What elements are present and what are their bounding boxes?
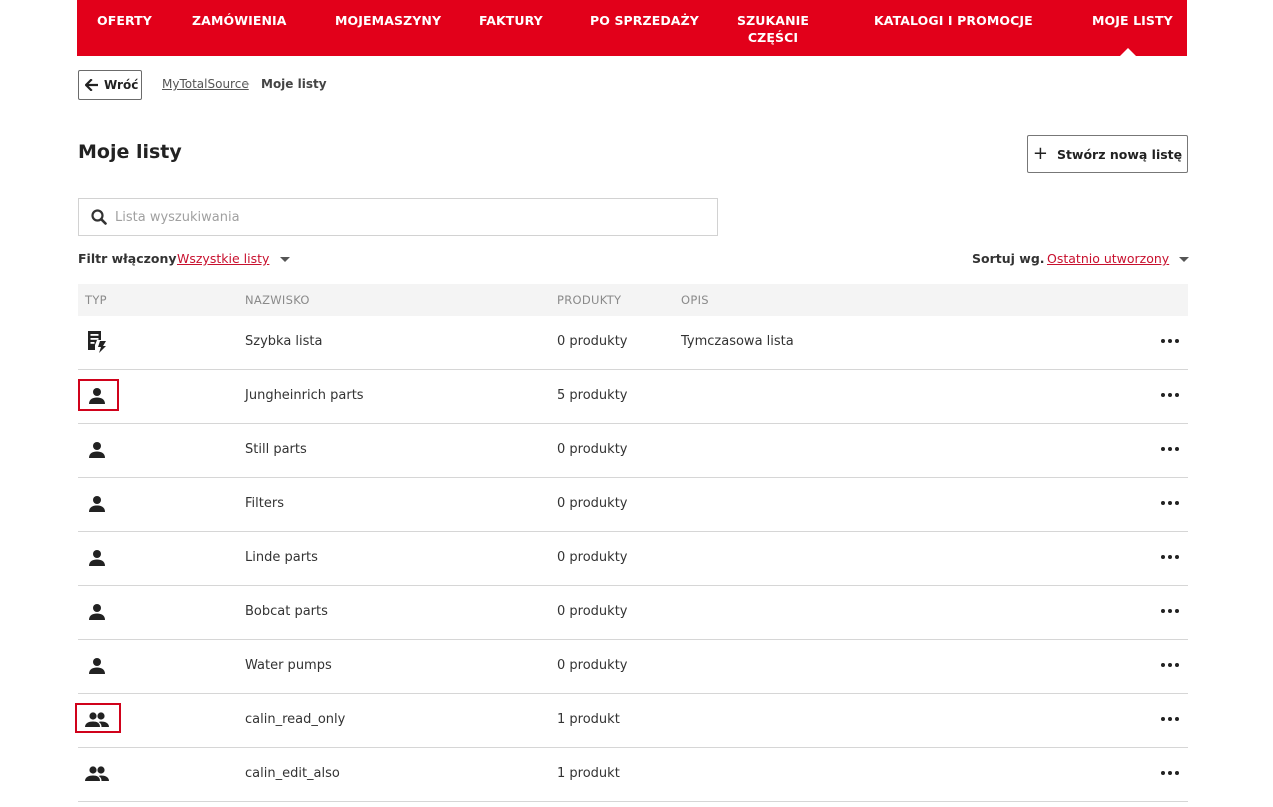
nav-item-po-sprzedazy[interactable]: PO SPRZEDAŻY xyxy=(590,12,699,29)
person-icon xyxy=(84,599,110,625)
table-row[interactable]: calin_edit_also 1 produkt xyxy=(78,748,1188,802)
table-row[interactable]: Szybka lista 0 produkty Tymczasowa lista xyxy=(78,316,1188,370)
nav-item-oferty[interactable]: OFERTY xyxy=(97,12,152,29)
more-options-icon[interactable] xyxy=(1156,600,1184,622)
column-header-type: TYP xyxy=(85,293,107,307)
filter-chevron-down-icon[interactable] xyxy=(280,257,290,262)
list-name[interactable]: Jungheinrich parts xyxy=(245,388,364,403)
back-button[interactable]: Wróć xyxy=(78,70,142,100)
arrow-left-icon xyxy=(85,79,98,91)
create-new-list-label: Stwórz nową listę xyxy=(1056,146,1183,162)
list-product-count: 0 produkty xyxy=(557,658,628,673)
list-name[interactable]: Still parts xyxy=(245,442,307,457)
list-product-count: 0 produkty xyxy=(557,496,628,511)
table-header: TYP NAZWISKO PRODUKTY OPIS xyxy=(78,284,1188,316)
list-product-count: 0 produkty xyxy=(557,550,628,565)
table-row[interactable]: Jungheinrich parts 5 produkty xyxy=(78,370,1188,424)
list-name[interactable]: Water pumps xyxy=(245,658,332,673)
breadcrumb-separator: › xyxy=(246,79,250,90)
table-row[interactable]: Bobcat parts 0 produkty xyxy=(78,586,1188,640)
breadcrumb-root-link[interactable]: MyTotalSource xyxy=(162,77,249,91)
list-product-count: 0 produkty xyxy=(557,442,628,457)
column-header-description: OPIS xyxy=(681,293,709,307)
sort-label: Sortuj wg. xyxy=(972,251,1045,266)
more-options-icon[interactable] xyxy=(1156,708,1184,730)
list-name[interactable]: Szybka lista xyxy=(245,334,322,349)
list-description: Tymczasowa lista xyxy=(681,334,794,349)
nav-item-mojemaszyny[interactable]: MOJEMASZYNY xyxy=(335,12,441,29)
highlight-box xyxy=(75,703,121,733)
more-options-icon[interactable] xyxy=(1156,654,1184,676)
table-row[interactable]: Linde parts 0 produkty xyxy=(78,532,1188,586)
back-button-label: Wróć xyxy=(104,78,139,92)
more-options-icon[interactable] xyxy=(1156,546,1184,568)
plus-icon: + xyxy=(1032,143,1048,164)
group-icon xyxy=(84,761,110,787)
list-name[interactable]: Filters xyxy=(245,496,284,511)
more-options-icon[interactable] xyxy=(1156,330,1184,352)
column-header-products: PRODUKTY xyxy=(557,293,622,307)
list-name[interactable]: calin_read_only xyxy=(245,712,345,727)
more-options-icon[interactable] xyxy=(1156,492,1184,514)
more-options-icon[interactable] xyxy=(1156,762,1184,784)
person-icon xyxy=(84,653,110,679)
list-product-count: 0 produkty xyxy=(557,604,628,619)
filter-label: Filtr włączony xyxy=(78,251,177,266)
create-new-list-button[interactable]: + Stwórz nową listę xyxy=(1027,135,1188,173)
table-row[interactable]: Filters 0 produkty xyxy=(78,478,1188,532)
person-icon xyxy=(84,437,110,463)
list-product-count: 0 produkty xyxy=(557,334,628,349)
nav-item-zamowienia[interactable]: ZAMÓWIENIA xyxy=(192,12,287,29)
search-box xyxy=(78,198,718,236)
active-nav-indicator xyxy=(1120,48,1136,56)
list-name[interactable]: calin_edit_also xyxy=(245,766,340,781)
person-icon xyxy=(84,491,110,517)
table-row[interactable]: Water pumps 0 produkty xyxy=(78,640,1188,694)
filter-dropdown[interactable]: Wszystkie listy xyxy=(177,251,269,266)
quick-list-icon xyxy=(84,329,110,355)
list-name[interactable]: Bobcat parts xyxy=(245,604,328,619)
search-icon xyxy=(91,209,107,225)
search-input[interactable] xyxy=(115,209,695,225)
person-icon xyxy=(84,545,110,571)
list-product-count: 5 produkty xyxy=(557,388,628,403)
table-row[interactable]: calin_read_only 1 produkt xyxy=(78,694,1188,748)
more-options-icon[interactable] xyxy=(1156,438,1184,460)
nav-item-moje-listy[interactable]: MOJE LISTY xyxy=(1092,12,1173,29)
breadcrumb-current: Moje listy xyxy=(261,77,327,91)
sort-dropdown[interactable]: Ostatnio utworzony xyxy=(1047,251,1169,266)
table-row[interactable]: Still parts 0 produkty xyxy=(78,424,1188,478)
nav-item-faktury[interactable]: FAKTURY xyxy=(479,12,543,29)
highlight-box xyxy=(78,379,119,411)
more-options-icon[interactable] xyxy=(1156,384,1184,406)
list-name[interactable]: Linde parts xyxy=(245,550,318,565)
list-product-count: 1 produkt xyxy=(557,712,620,727)
top-navigation: OFERTY ZAMÓWIENIA MOJEMASZYNY FAKTURY PO… xyxy=(77,0,1187,56)
nav-item-szukanie-czesci[interactable]: SZUKANIE CZĘŚCI xyxy=(737,12,809,46)
column-header-name: NAZWISKO xyxy=(245,293,310,307)
list-product-count: 1 produkt xyxy=(557,766,620,781)
sort-chevron-down-icon[interactable] xyxy=(1179,257,1189,262)
nav-item-katalogi-i-promocje[interactable]: KATALOGI I PROMOCJE xyxy=(874,12,1033,29)
page-title: Moje listy xyxy=(78,141,182,163)
